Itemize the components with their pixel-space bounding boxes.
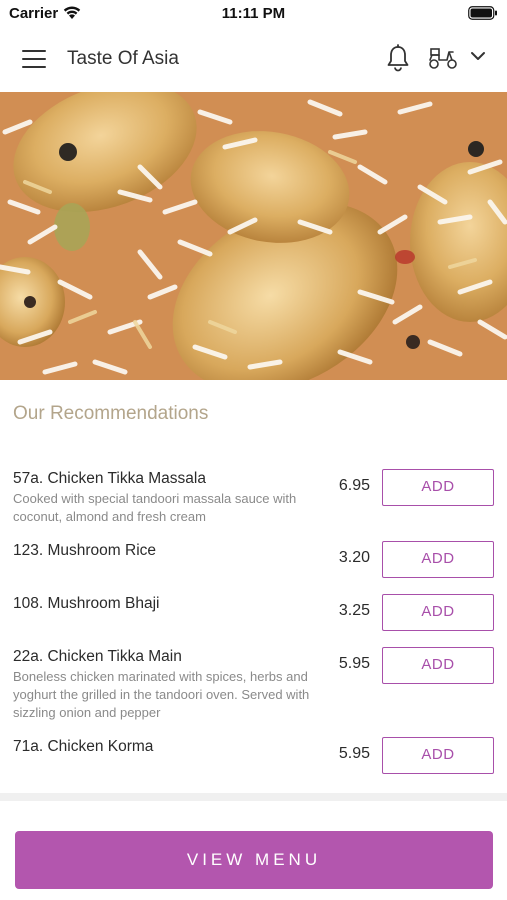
scooter-icon[interactable] — [427, 46, 459, 70]
item-price: 3.20 — [338, 549, 370, 566]
view-menu-button[interactable]: VIEW MENU — [15, 831, 493, 889]
item-name: 123. Mushroom Rice — [13, 542, 157, 559]
item-name: 108. Mushroom Bhaji — [13, 595, 160, 612]
item-price: 5.95 — [338, 655, 370, 672]
item-price: 6.95 — [338, 477, 370, 494]
divider — [0, 793, 507, 801]
add-button[interactable]: ADD — [382, 469, 494, 506]
bell-icon[interactable] — [386, 44, 410, 72]
battery-icon — [468, 6, 497, 20]
item-price: 3.25 — [338, 602, 370, 619]
add-button[interactable]: ADD — [382, 737, 494, 774]
item-description: Cooked with special tandoori massala sau… — [13, 491, 297, 524]
item-description: Boneless chicken marinated with spices, … — [13, 669, 310, 720]
menu-icon[interactable] — [22, 50, 46, 70]
status-bar: Carrier 11:11 PM — [0, 0, 507, 28]
add-button[interactable]: ADD — [382, 647, 494, 684]
section-title: Our Recommendations — [13, 403, 209, 424]
status-time: 11:11 PM — [221, 5, 286, 22]
item-price: 5.95 — [338, 745, 370, 762]
nav-bar: Taste Of Asia — [0, 28, 507, 92]
item-name: 71a. Chicken Korma — [13, 738, 154, 755]
biryani-illustration — [0, 92, 507, 380]
add-button[interactable]: ADD — [382, 541, 494, 578]
chevron-down-icon[interactable] — [470, 50, 486, 62]
item-name: 57a. Chicken Tikka Massala — [13, 470, 206, 487]
hero-food-image — [0, 92, 507, 380]
add-button[interactable]: ADD — [382, 594, 494, 631]
page-title: Taste Of Asia — [67, 48, 179, 69]
item-name: 22a. Chicken Tikka Main — [13, 648, 182, 665]
